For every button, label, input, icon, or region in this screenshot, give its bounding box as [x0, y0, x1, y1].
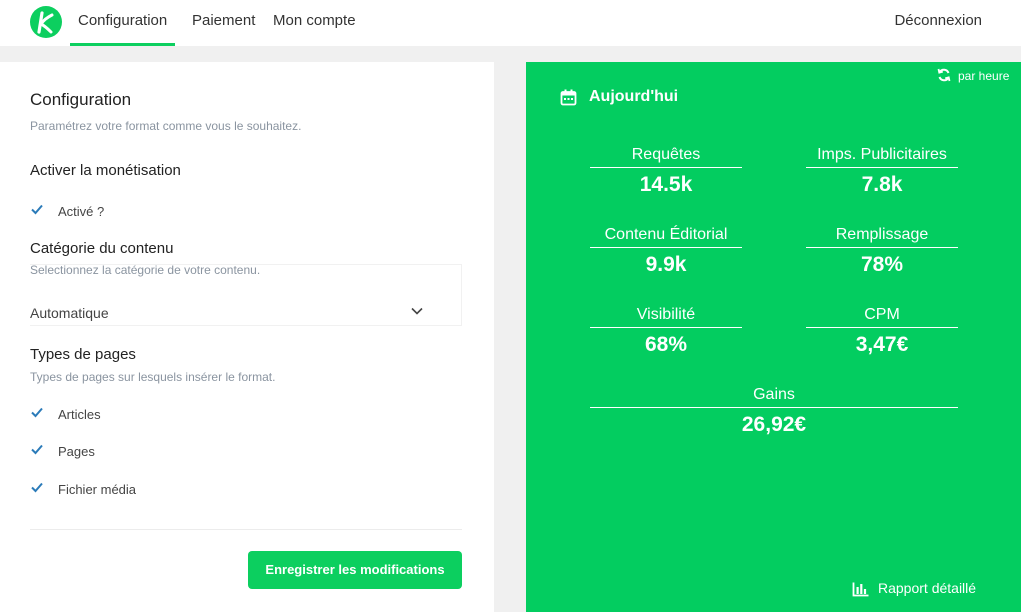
check-icon — [31, 204, 43, 215]
check-icon — [31, 407, 43, 418]
tab-configuration[interactable]: Configuration — [70, 0, 176, 46]
logo-icon[interactable] — [30, 6, 62, 38]
stat-label: Gains — [590, 384, 958, 408]
period-label: Aujourd'hui — [589, 88, 679, 105]
checkbox-label: Activé ? — [58, 204, 105, 219]
category-select-value: Automatique — [30, 305, 109, 321]
stat-label: Contenu Éditorial — [590, 224, 742, 248]
stat-value: 26,92€ — [741, 413, 807, 436]
tab-paiement[interactable]: Paiement — [184, 0, 263, 46]
stat-value: 3,47€ — [855, 333, 909, 356]
page-types-title: Types de pages — [30, 346, 136, 363]
checkbox-label: Fichier média — [58, 482, 137, 497]
stat-imps-publicitaires: Imps. Publicitaires 7.8k — [806, 144, 958, 197]
stat-remplissage: Remplissage 78% — [806, 224, 958, 277]
panel-subtitle: Paramétrez votre format comme vous le so… — [30, 119, 302, 133]
stat-cpm: CPM 3,47€ — [806, 304, 958, 357]
configuration-panel: Configuration Paramétrez votre format co… — [0, 62, 494, 612]
detailed-report-label: Rapport détaillé — [878, 580, 977, 596]
stats-panel: par heure Aujourd'hui Requêtes 14.5k Imp… — [526, 62, 1021, 612]
stat-value: 14.5k — [639, 173, 693, 196]
check-icon — [31, 482, 43, 493]
stat-gains: Gains 26,92€ — [590, 384, 958, 437]
stat-value: 9.9k — [645, 253, 687, 276]
monetisation-title: Activer la monétisation — [30, 162, 181, 179]
stat-value: 68% — [644, 333, 688, 356]
calendar-icon — [560, 89, 577, 106]
stat-value: 78% — [860, 253, 904, 276]
stat-contenu-editorial: Contenu Éditorial 9.9k — [590, 224, 742, 277]
divider — [30, 529, 462, 530]
save-button[interactable]: Enregistrer les modifications — [248, 551, 462, 589]
checkbox-label: Articles — [58, 407, 101, 422]
stat-label: Imps. Publicitaires — [806, 144, 958, 168]
stat-label: Requêtes — [590, 144, 742, 168]
bar-chart-icon — [852, 582, 869, 597]
page-types-subtitle: Types de pages sur lesquels insérer le f… — [30, 370, 276, 384]
tab-mon-compte[interactable]: Mon compte — [265, 0, 364, 46]
logout-link[interactable]: Déconnexion — [894, 0, 982, 42]
stat-value: 7.8k — [861, 173, 903, 196]
stat-visibilite: Visibilité 68% — [590, 304, 742, 357]
refresh-label: par heure — [958, 69, 1010, 83]
chevron-down-icon — [411, 307, 423, 315]
refresh-interval-button[interactable]: par heure — [937, 68, 1014, 84]
stat-label: Visibilité — [590, 304, 742, 328]
category-select[interactable]: Automatique — [30, 264, 462, 326]
stat-requetes: Requêtes 14.5k — [590, 144, 742, 197]
detailed-report-link[interactable]: Rapport détaillé — [852, 580, 997, 600]
check-icon — [31, 444, 43, 455]
category-title: Catégorie du contenu — [30, 240, 174, 257]
stat-label: Remplissage — [806, 224, 958, 248]
panel-title: Configuration — [30, 90, 132, 109]
top-navigation: Configuration Paiement Mon compte Déconn… — [0, 0, 1021, 46]
checkbox-label: Pages — [58, 444, 95, 459]
stat-label: CPM — [806, 304, 958, 328]
refresh-icon — [937, 68, 951, 82]
